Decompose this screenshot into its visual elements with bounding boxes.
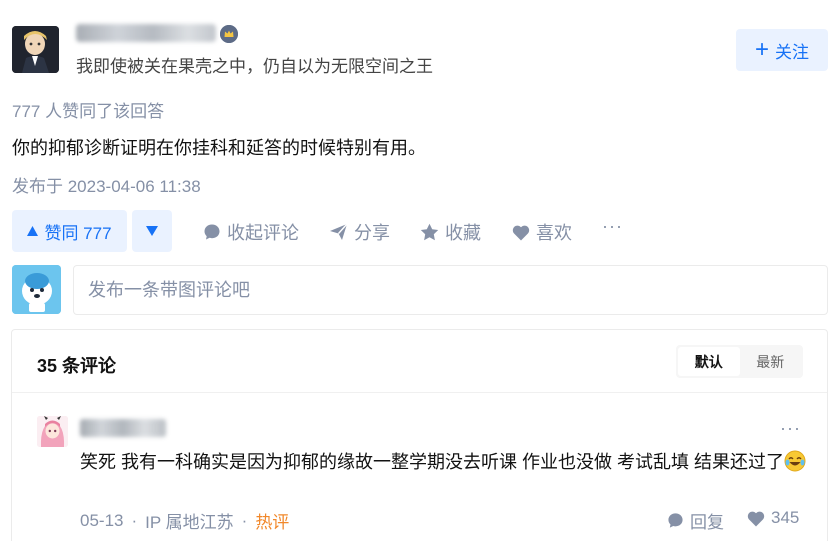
collapse-comments-label: 收起评论	[227, 223, 299, 243]
comment-like-count: 345	[771, 508, 800, 527]
share-label: 分享	[354, 223, 390, 243]
comment-input[interactable]	[73, 265, 828, 315]
star-icon	[420, 223, 439, 241]
plus-icon: +	[754, 36, 769, 63]
divider	[12, 392, 827, 393]
like-button[interactable]: 喜欢	[512, 219, 572, 245]
author-name[interactable]	[76, 24, 216, 46]
author-header: 我即使被关在果壳之中，仍自以为无限空间之王	[12, 24, 818, 76]
current-user-avatar	[12, 265, 61, 314]
author-name-blurred[interactable]	[76, 24, 216, 42]
comments-panel: 35 条评论 默认 最新 ··· 笑死 我有一科确实是因为抑郁的缘故一整学期没去…	[11, 329, 828, 541]
reply-bubble-icon	[668, 513, 683, 528]
hot-comment-tag: 热评	[255, 513, 290, 532]
sort-tab-default[interactable]: 默认	[678, 347, 740, 376]
reply-button[interactable]: 回复	[667, 508, 724, 533]
heart-icon	[512, 225, 530, 240]
reply-label: 回复	[690, 513, 724, 532]
comment-meta: 05-13 · IP 属地江苏 · 热评	[80, 508, 289, 533]
comment-ip-location: IP 属地江苏	[145, 513, 234, 532]
comment-more-icon[interactable]: ···	[780, 418, 801, 439]
share-button[interactable]: 分享	[329, 219, 390, 245]
author-avatar[interactable]	[12, 26, 59, 73]
comment-date: 05-13	[80, 510, 124, 530]
author-bio: 我即使被关在果壳之中，仍自以为无限空间之王	[76, 57, 433, 76]
favorite-button[interactable]: 收藏	[420, 219, 481, 245]
downvote-triangle-icon	[146, 226, 158, 236]
comments-count-title: 35 条评论	[37, 356, 117, 376]
upvote-label: 赞同 777	[44, 223, 112, 243]
comment-text-content: 笑死 我有一科确实是因为抑郁的缘故一整学期没去听课 作业也没做 考试乱填 结果还…	[80, 452, 784, 472]
sort-tabs: 默认 最新	[676, 345, 803, 378]
comment-author-avatar[interactable]	[37, 416, 68, 447]
more-dots-icon[interactable]: ···	[602, 216, 623, 237]
favorite-label: 收藏	[445, 223, 481, 243]
upvote-button[interactable]: 赞同 777	[12, 210, 127, 252]
comment-author-name[interactable]	[80, 419, 166, 437]
heart-icon	[747, 511, 765, 526]
follow-button[interactable]: + 关注	[736, 29, 828, 71]
upvote-triangle-icon	[27, 226, 39, 236]
comment-text: 笑死 我有一科确实是因为抑郁的缘故一整学期没去听课 作业也没做 考试乱填 结果还…	[80, 448, 810, 476]
crown-badge-icon	[220, 25, 238, 43]
comment-bubble-icon	[204, 224, 220, 240]
publish-time[interactable]: 发布于 2023-04-06 11:38	[12, 172, 201, 197]
collapse-comments-button[interactable]: 收起评论	[203, 219, 299, 245]
follow-label: 关注	[775, 42, 809, 62]
laugh-cry-emoji	[784, 450, 806, 472]
answer-text: 你的抑郁诊断证明在你挂科和延答的时候特别有用。	[12, 138, 426, 158]
meta-separator: ·	[131, 510, 138, 530]
sort-tab-latest[interactable]: 最新	[740, 347, 802, 376]
comment-like-button[interactable]: 345	[747, 508, 799, 528]
share-arrow-icon	[330, 223, 348, 240]
like-label: 喜欢	[536, 223, 572, 243]
vote-summary: 777 人赞同了该回答	[12, 102, 165, 121]
meta-separator: ·	[241, 510, 248, 530]
downvote-button[interactable]	[132, 210, 172, 252]
